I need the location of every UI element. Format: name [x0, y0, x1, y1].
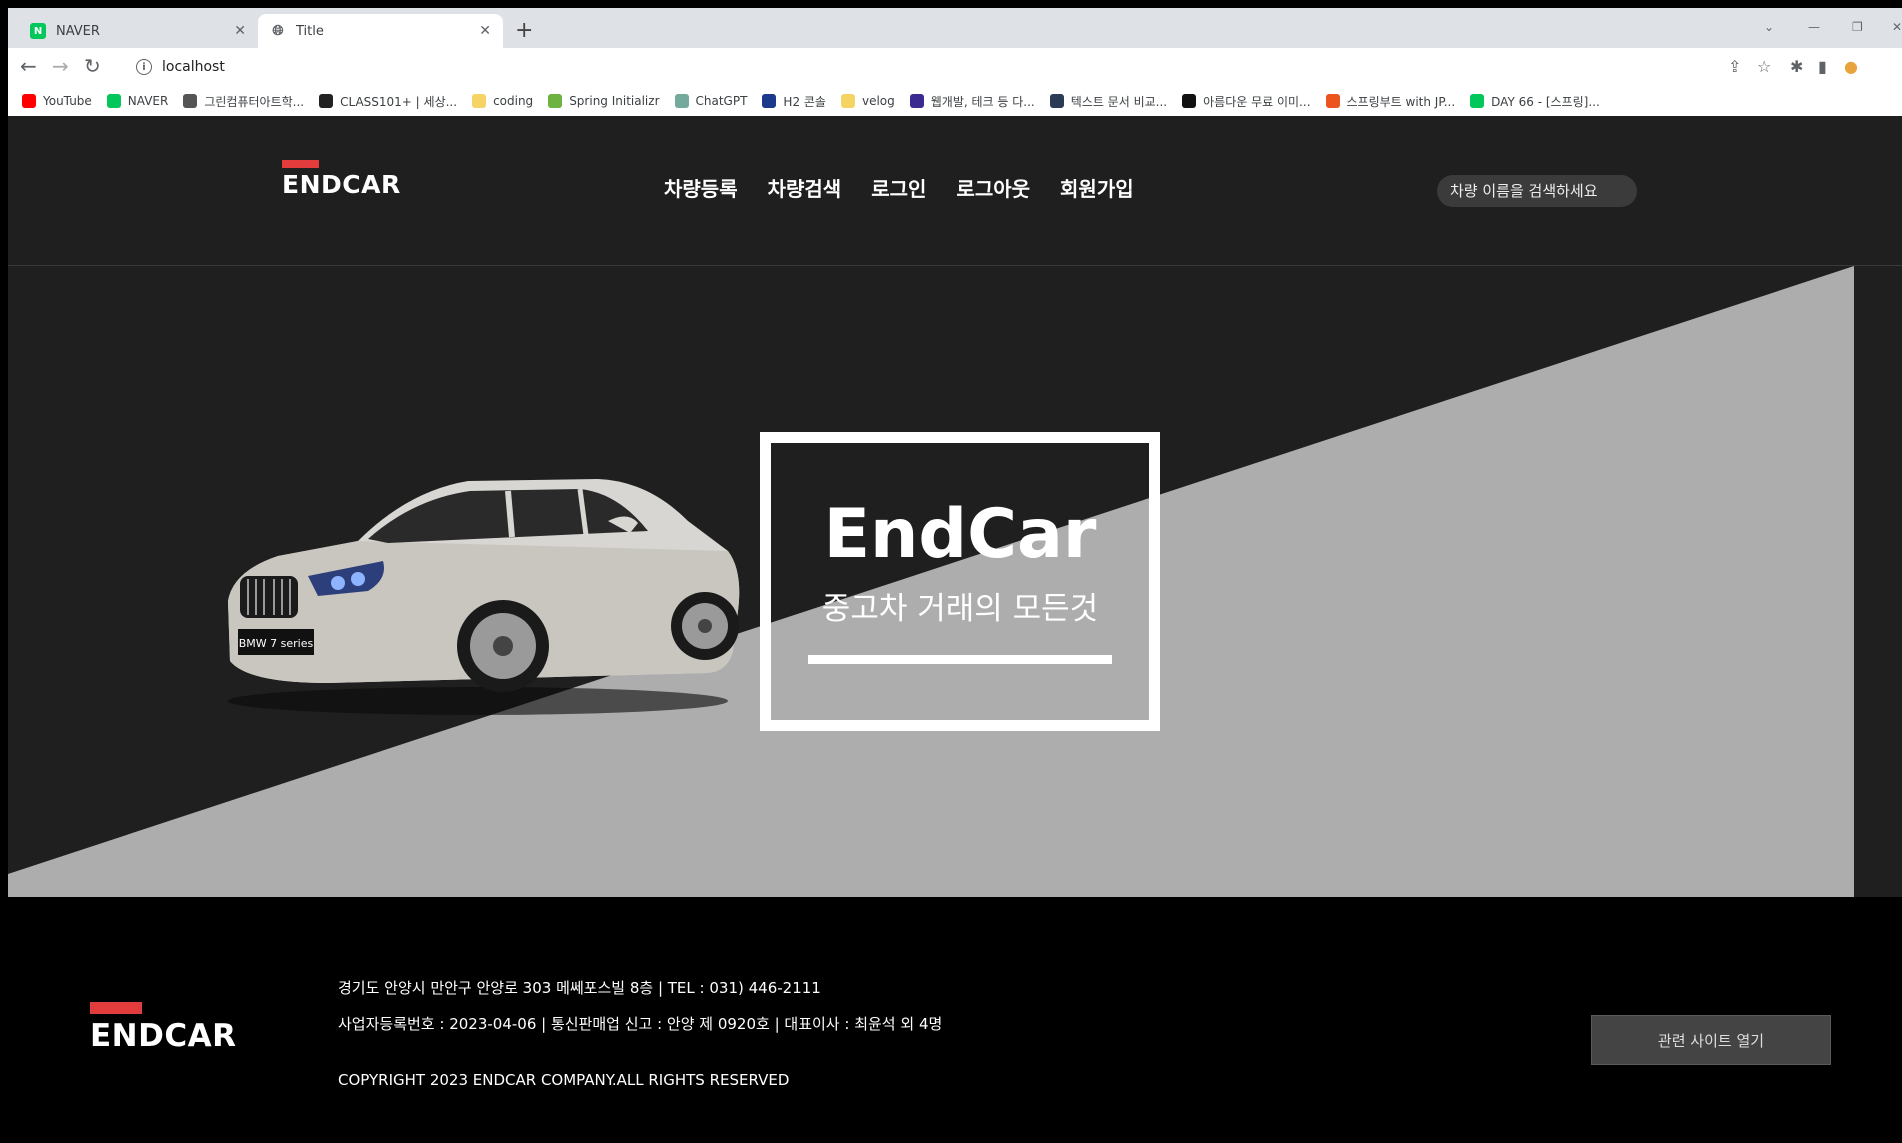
h2-icon — [762, 94, 777, 108]
back-icon[interactable]: ← — [20, 54, 37, 78]
logo-text: ENDCAR — [90, 1018, 237, 1054]
forward-icon[interactable]: → — [52, 54, 69, 78]
footer-address: 경기도 안양시 만안구 안양로 303 메쎄포스빌 8층 | TEL : 031… — [338, 979, 821, 997]
hero-box: EndCar 중고차 거래의 모든것 — [760, 432, 1160, 731]
bookmark-label: 스프링부트 with JP... — [1346, 94, 1456, 109]
folder-icon — [840, 94, 855, 108]
bookmark-item[interactable]: coding — [472, 94, 533, 108]
tab-search-icon[interactable]: ⌄ — [1764, 20, 1774, 34]
bookmark-item[interactable]: 텍스트 문서 비교... — [1049, 93, 1168, 110]
hero-underline — [808, 655, 1112, 664]
chatgpt-icon — [674, 94, 689, 108]
bookmark-label: YouTube — [43, 94, 92, 108]
bookmark-label: 텍스트 문서 비교... — [1070, 94, 1168, 109]
new-tab-button[interactable]: + — [515, 20, 533, 42]
globe-icon — [183, 94, 198, 108]
bookmark-item[interactable]: CLASS101+ | 세상... — [319, 93, 457, 110]
hero-subtitle: 중고차 거래의 모든것 — [821, 591, 1099, 627]
menu-logout[interactable]: 로그아웃 — [956, 173, 1030, 202]
address-bar[interactable]: i localhost — [118, 51, 1798, 83]
car-plate-text: BMW 7 series — [239, 637, 314, 650]
footer-business-info: 사업자등록번호 : 2023-04-06 | 통신판매업 신고 : 안양 제 0… — [338, 1015, 943, 1033]
web-icon — [909, 94, 924, 108]
close-icon[interactable]: ✕ — [234, 23, 246, 39]
bookmark-label: H2 콘솔 — [783, 94, 826, 109]
bookmarks-bar: YouTube NAVER 그린컴퓨터아트학... CLASS101+ | 세상...… — [8, 86, 1902, 116]
logo-bar — [282, 160, 319, 168]
reload-icon[interactable]: ↻ — [84, 54, 101, 78]
related-sites-button[interactable]: 관련 사이트 열기 — [1591, 1015, 1831, 1065]
bookmark-item[interactable]: 웹개발, 테크 등 다... — [909, 93, 1035, 110]
bookmark-item[interactable]: DAY 66 - [스프링]... — [1470, 93, 1600, 110]
car-image: BMW 7 series — [228, 479, 740, 715]
bookmark-label: coding — [493, 94, 534, 108]
class101-icon — [319, 94, 334, 108]
naver-icon: N — [30, 23, 46, 39]
share-icon[interactable]: ⇪ — [1728, 57, 1741, 76]
tab-title: Title — [296, 23, 324, 39]
bookmark-label: 아름다운 무료 이미... — [1203, 94, 1311, 109]
minimize-icon[interactable]: — — [1808, 20, 1820, 34]
bookmark-label: DAY 66 - [스프링]... — [1491, 94, 1600, 109]
menu-car-search[interactable]: 차량검색 — [768, 173, 842, 202]
bookmark-label: Spring Initializr — [569, 94, 660, 108]
menu-signup[interactable]: 회원가입 — [1060, 173, 1134, 202]
bookmark-item[interactable]: 그린컴퓨터아트학... — [183, 93, 304, 110]
restore-icon[interactable]: ❐ — [1852, 20, 1863, 34]
page: ENDCAR 차량등록 차량검색 로그인 로그아웃 회원가입 차량 이름을 검색… — [8, 116, 1902, 1143]
close-icon[interactable]: ✕ — [479, 23, 491, 39]
naver-icon — [106, 94, 121, 108]
bookmark-item[interactable]: H2 콘솔 — [762, 93, 826, 110]
menu-car-register[interactable]: 차량등록 — [664, 173, 738, 202]
youtube-icon — [22, 94, 36, 108]
bookmark-label: CLASS101+ | 세상... — [340, 94, 458, 109]
footer-logo[interactable]: ENDCAR — [90, 1002, 236, 1052]
bookmark-label: ChatGPT — [695, 94, 748, 108]
blog-icon — [1470, 94, 1485, 108]
tistory-icon — [1325, 94, 1340, 108]
bookmark-label: 웹개발, 테크 등 다... — [930, 94, 1035, 109]
bookmark-label: 그린컴퓨터아트학... — [204, 94, 305, 109]
diff-icon — [1049, 94, 1064, 108]
bookmark-item[interactable]: YouTube — [22, 94, 92, 108]
car-search-input[interactable] — [1437, 175, 1637, 207]
spring-icon — [548, 94, 563, 108]
hero-title: EndCar — [823, 495, 1097, 574]
tab-title-page[interactable]: 🌐︎ Title ✕ — [258, 14, 503, 48]
side-panel-icon[interactable]: ▮ — [1818, 57, 1827, 76]
address-text[interactable]: localhost — [162, 59, 225, 75]
menu-login[interactable]: 로그인 — [871, 173, 926, 202]
bookmark-star-icon[interactable]: ☆ — [1757, 57, 1771, 76]
bookmark-item[interactable]: ChatGPT — [674, 94, 748, 108]
bookmark-item[interactable]: Spring Initializr — [548, 94, 660, 108]
bookmark-label: NAVER — [127, 94, 169, 108]
bookmark-label: velog — [861, 94, 895, 108]
main-menu: 차량등록 차량검색 로그인 로그아웃 회원가입 — [664, 173, 1164, 202]
logo-bar — [90, 1002, 142, 1014]
browser-toolbar: ← → ↻ i localhost ⇪ ☆ ✱ ▮ ● — [8, 48, 1902, 86]
hero-banner: BMW 7 series EndCar 중고차 거래의 모든것 — [8, 266, 1902, 897]
profile-icon[interactable]: ● — [1844, 57, 1858, 76]
bookmark-item[interactable]: 스프링부트 with JP... — [1325, 93, 1456, 110]
browser-tab-strip: N NAVER ✕ 🌐︎ Title ✕ + ⌄ — ❐ ✕ — [8, 8, 1902, 48]
folder-icon — [472, 94, 487, 108]
footer-copyright: COPYRIGHT 2023 ENDCAR COMPANY.ALL RIGHTS… — [338, 1071, 790, 1089]
bookmark-item[interactable]: NAVER — [106, 94, 169, 108]
bookmark-item[interactable]: velog — [840, 94, 895, 108]
window-close-icon[interactable]: ✕ — [1892, 20, 1902, 34]
site-footer: ENDCAR 경기도 안양시 만안구 안양로 303 메쎄포스빌 8층 | TE… — [8, 897, 1902, 1143]
globe-icon: 🌐︎ — [272, 23, 284, 39]
extensions-icon[interactable]: ✱ — [1790, 57, 1803, 76]
tab-title: NAVER — [56, 23, 100, 39]
site-header: ENDCAR 차량등록 차량검색 로그인 로그아웃 회원가입 — [8, 116, 1902, 266]
unsplash-icon — [1182, 94, 1197, 108]
tab-naver[interactable]: N NAVER ✕ — [18, 14, 258, 48]
site-logo[interactable]: ENDCAR — [282, 160, 401, 198]
bookmark-item[interactable]: 아름다운 무료 이미... — [1182, 93, 1311, 110]
info-icon[interactable]: i — [136, 59, 152, 75]
logo-text: ENDCAR — [282, 170, 401, 199]
